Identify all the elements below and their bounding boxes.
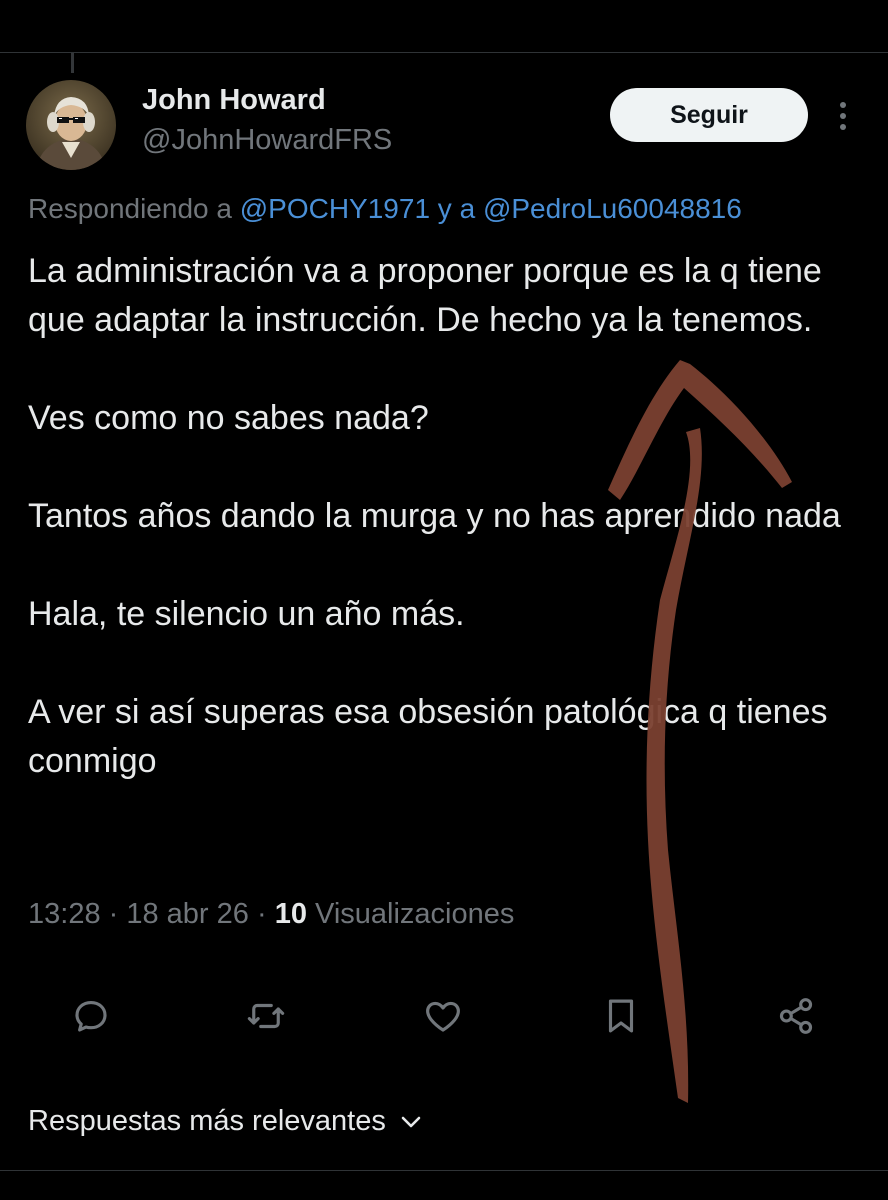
like-button[interactable] <box>422 995 468 1041</box>
mention-link[interactable]: @POCHY1971 <box>240 193 430 224</box>
author-handle[interactable]: @JohnHowardFRS <box>142 124 392 157</box>
mention-link[interactable]: @PedroLu60048816 <box>483 193 742 224</box>
reply-icon <box>75 1000 107 1032</box>
bookmark-icon <box>608 999 634 1033</box>
replying-prefix: Respondiendo a <box>28 193 240 224</box>
tweet-paragraph: Hala, te silencio un año más. <box>28 595 465 633</box>
top-divider <box>0 52 888 53</box>
retweet-button[interactable] <box>245 995 291 1041</box>
reply-button[interactable] <box>70 995 116 1041</box>
tweet-date[interactable]: 18 abr 26 <box>126 898 249 930</box>
tweet-paragraph: La administración va a proponer porque e… <box>28 252 822 339</box>
replying-to-line: Respondiendo a @POCHY1971 y a @PedroLu60… <box>28 193 742 225</box>
chevron-down-icon <box>401 1116 421 1127</box>
retweet-icon <box>247 1003 285 1029</box>
tweet-meta: 13:28 · 18 abr 26 · 10 Visualizaciones <box>28 898 514 931</box>
bookmark-button[interactable] <box>600 995 646 1041</box>
author-name[interactable]: John Howard <box>142 84 326 117</box>
share-button[interactable] <box>775 995 821 1041</box>
views-count: 10 <box>274 898 307 930</box>
tweet-paragraph: Ves como no sabes nada? <box>28 399 429 437</box>
tweet-action-bar <box>0 995 888 1041</box>
meta-separator: · <box>248 898 275 930</box>
sort-label: Respuestas más relevantes <box>28 1105 386 1137</box>
bottom-divider <box>0 1170 888 1171</box>
like-icon <box>426 1001 460 1032</box>
replies-sort-dropdown[interactable]: Respuestas más relevantes <box>28 1105 422 1138</box>
share-icon <box>779 998 813 1034</box>
replying-conjunction: y a <box>430 193 483 224</box>
thread-connector-line <box>71 53 74 73</box>
more-options-button[interactable] <box>828 94 858 138</box>
views-label: Visualizaciones <box>306 898 515 930</box>
follow-button[interactable]: Seguir <box>610 88 808 142</box>
three-dots-vertical-icon <box>840 102 846 130</box>
avatar-portrait-image <box>26 80 116 170</box>
tweet-paragraph: Tantos años dando la murga y no has apre… <box>28 497 841 535</box>
tweet-time[interactable]: 13:28 <box>28 898 101 930</box>
tweet-paragraph: A ver si así superas esa obsesión patoló… <box>28 693 828 780</box>
tweet-text: La administración va a proponer porque e… <box>28 247 868 786</box>
meta-separator: · <box>100 898 127 930</box>
avatar[interactable] <box>26 80 116 170</box>
